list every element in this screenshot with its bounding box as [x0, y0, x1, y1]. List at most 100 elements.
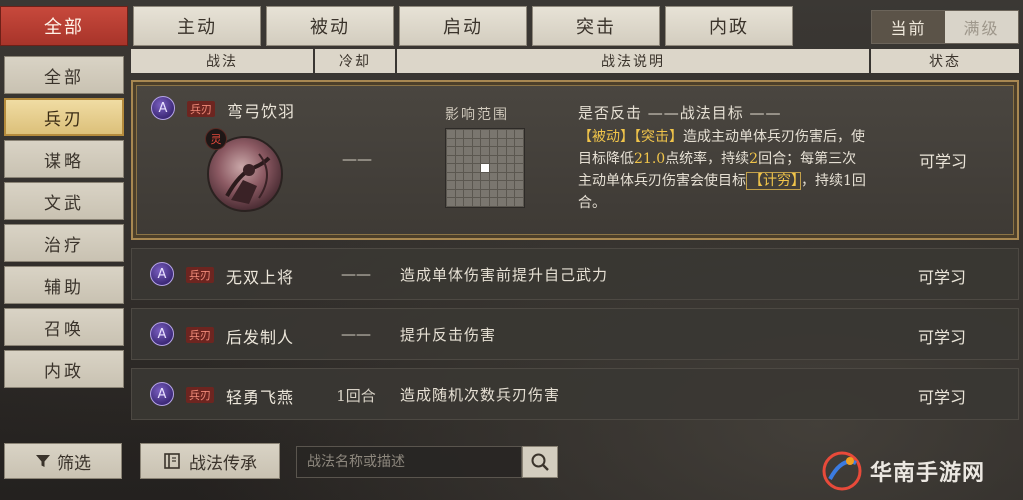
range-cell — [464, 147, 472, 155]
tab-all[interactable]: 全部 — [0, 6, 128, 46]
range-cell — [455, 164, 464, 172]
range-cell — [472, 155, 481, 164]
range-cell — [464, 181, 472, 189]
search-icon — [531, 453, 549, 471]
tab-passive[interactable]: 被动 — [266, 6, 394, 46]
tab-assault[interactable]: 突击 — [532, 6, 660, 46]
skill-name: 弯弓饮羽 — [227, 102, 296, 121]
tab-startup[interactable]: 启动 — [399, 6, 527, 46]
skill-row[interactable]: A 兵刃 后发制人 —— 提升反击伤害 可学习 — [131, 308, 1019, 360]
search-input[interactable] — [296, 446, 522, 478]
skill-description: 【被动】【突击】造成主动单体兵刃伤害后，使目标降低21.0点统率，持续2回合；每… — [578, 126, 868, 214]
range-cell — [447, 130, 455, 138]
skill-status: 可学习 — [917, 268, 966, 287]
skill-inherit-button[interactable]: 战法传承 — [140, 443, 280, 479]
range-cell — [506, 147, 515, 155]
watermark: 华南手游网 — [820, 448, 1020, 494]
range-cell — [464, 130, 472, 138]
portrait-badge: 灵 — [205, 128, 227, 150]
range-cell — [489, 172, 498, 181]
sidebar-item-healing[interactable]: 治疗 — [4, 224, 124, 262]
skill-status: 可学习 — [917, 388, 966, 407]
range-cell — [472, 130, 481, 138]
range-cell — [489, 155, 498, 164]
level-max-button[interactable]: 满级 — [945, 11, 1018, 43]
range-cell — [515, 155, 523, 164]
range-cell — [455, 147, 464, 155]
skill-row[interactable]: A 兵刃 无双上将 —— 造成单体伤害前提升自己武力 可学习 — [131, 248, 1019, 300]
range-cell — [481, 172, 489, 181]
range-cell — [464, 189, 472, 198]
desc-number-2: 2 — [749, 151, 759, 167]
range-cell — [489, 138, 498, 147]
filter-button[interactable]: 筛选 — [4, 443, 122, 479]
tab-active[interactable]: 主动 — [133, 6, 261, 46]
range-cell — [447, 147, 455, 155]
sidebar-item-support[interactable]: 辅助 — [4, 266, 124, 304]
range-grid — [445, 128, 525, 208]
range-cell — [455, 198, 464, 206]
range-cell — [481, 147, 489, 155]
range-cell — [464, 172, 472, 181]
level-current-button[interactable]: 当前 — [872, 11, 945, 43]
range-cell — [481, 189, 489, 198]
category-tabs: 全部 主动 被动 启动 突击 内政 — [0, 6, 800, 46]
inherit-label: 战法传承 — [189, 453, 257, 474]
range-cell — [489, 130, 498, 138]
range-cell — [515, 181, 523, 189]
range-cell — [447, 172, 455, 181]
range-label: 影响范围 — [445, 107, 509, 123]
range-cell — [481, 181, 489, 189]
range-cell — [472, 164, 481, 172]
skill-cooldown: 1回合 — [336, 387, 376, 405]
range-cell — [506, 138, 515, 147]
skill-row[interactable]: A 兵刃 轻勇飞燕 1回合 造成随机次数兵刃伤害 可学习 — [131, 368, 1019, 420]
type-tag: 兵刃 — [186, 327, 214, 343]
tab-domestic[interactable]: 内政 — [665, 6, 793, 46]
range-cell — [447, 189, 455, 198]
range-cell — [489, 189, 498, 198]
range-cell — [489, 164, 498, 172]
range-cell — [498, 130, 506, 138]
range-cell — [506, 130, 515, 138]
grade-badge: A — [150, 262, 174, 286]
sidebar-item-strategy[interactable]: 谋略 — [4, 140, 124, 178]
watermark-logo-icon — [822, 451, 862, 491]
sidebar-item-civil-military[interactable]: 文武 — [4, 182, 124, 220]
range-cell — [455, 189, 464, 198]
range-cell — [515, 164, 523, 172]
filter-label: 筛选 — [57, 453, 91, 474]
range-cell — [489, 198, 498, 206]
skill-name: 轻勇飞燕 — [226, 388, 295, 407]
range-cell — [515, 138, 523, 147]
sidebar-item-summon[interactable]: 召唤 — [4, 308, 124, 346]
range-cell — [455, 138, 464, 147]
range-cell — [472, 198, 481, 206]
book-icon — [164, 453, 180, 469]
header-cooldown: 冷却 — [315, 49, 395, 73]
range-cell — [489, 181, 498, 189]
range-cell — [481, 198, 489, 206]
tag-exhausted[interactable]: 【计穷】 — [746, 172, 801, 190]
range-cell — [506, 189, 515, 198]
range-cell — [481, 130, 489, 138]
range-cell — [515, 130, 523, 138]
sidebar-item-domestic[interactable]: 内政 — [4, 350, 124, 388]
skill-description: 造成单体伤害前提升自己武力 — [400, 266, 609, 284]
grade-badge: A — [150, 382, 174, 406]
type-tag: 兵刃 — [187, 101, 215, 117]
search-button[interactable] — [522, 446, 558, 478]
desc-text-2: 点统率，持续 — [665, 151, 750, 167]
tag-passive: 【被动】 — [578, 129, 634, 145]
range-cell — [498, 181, 506, 189]
sidebar-item-all[interactable]: 全部 — [4, 56, 124, 94]
range-cell — [498, 189, 506, 198]
range-cell — [498, 138, 506, 147]
range-cell — [498, 164, 506, 172]
range-cell — [506, 172, 515, 181]
grade-badge: A — [150, 322, 174, 346]
range-cell — [447, 164, 455, 172]
skill-row-expanded[interactable]: A 兵刃 弯弓饮羽 灵 —— 影响范围 是否反击 ——战法目标 —— 【被动】【… — [131, 80, 1019, 240]
range-cell — [447, 198, 455, 206]
sidebar-item-weapon[interactable]: 兵刃 — [4, 98, 124, 136]
